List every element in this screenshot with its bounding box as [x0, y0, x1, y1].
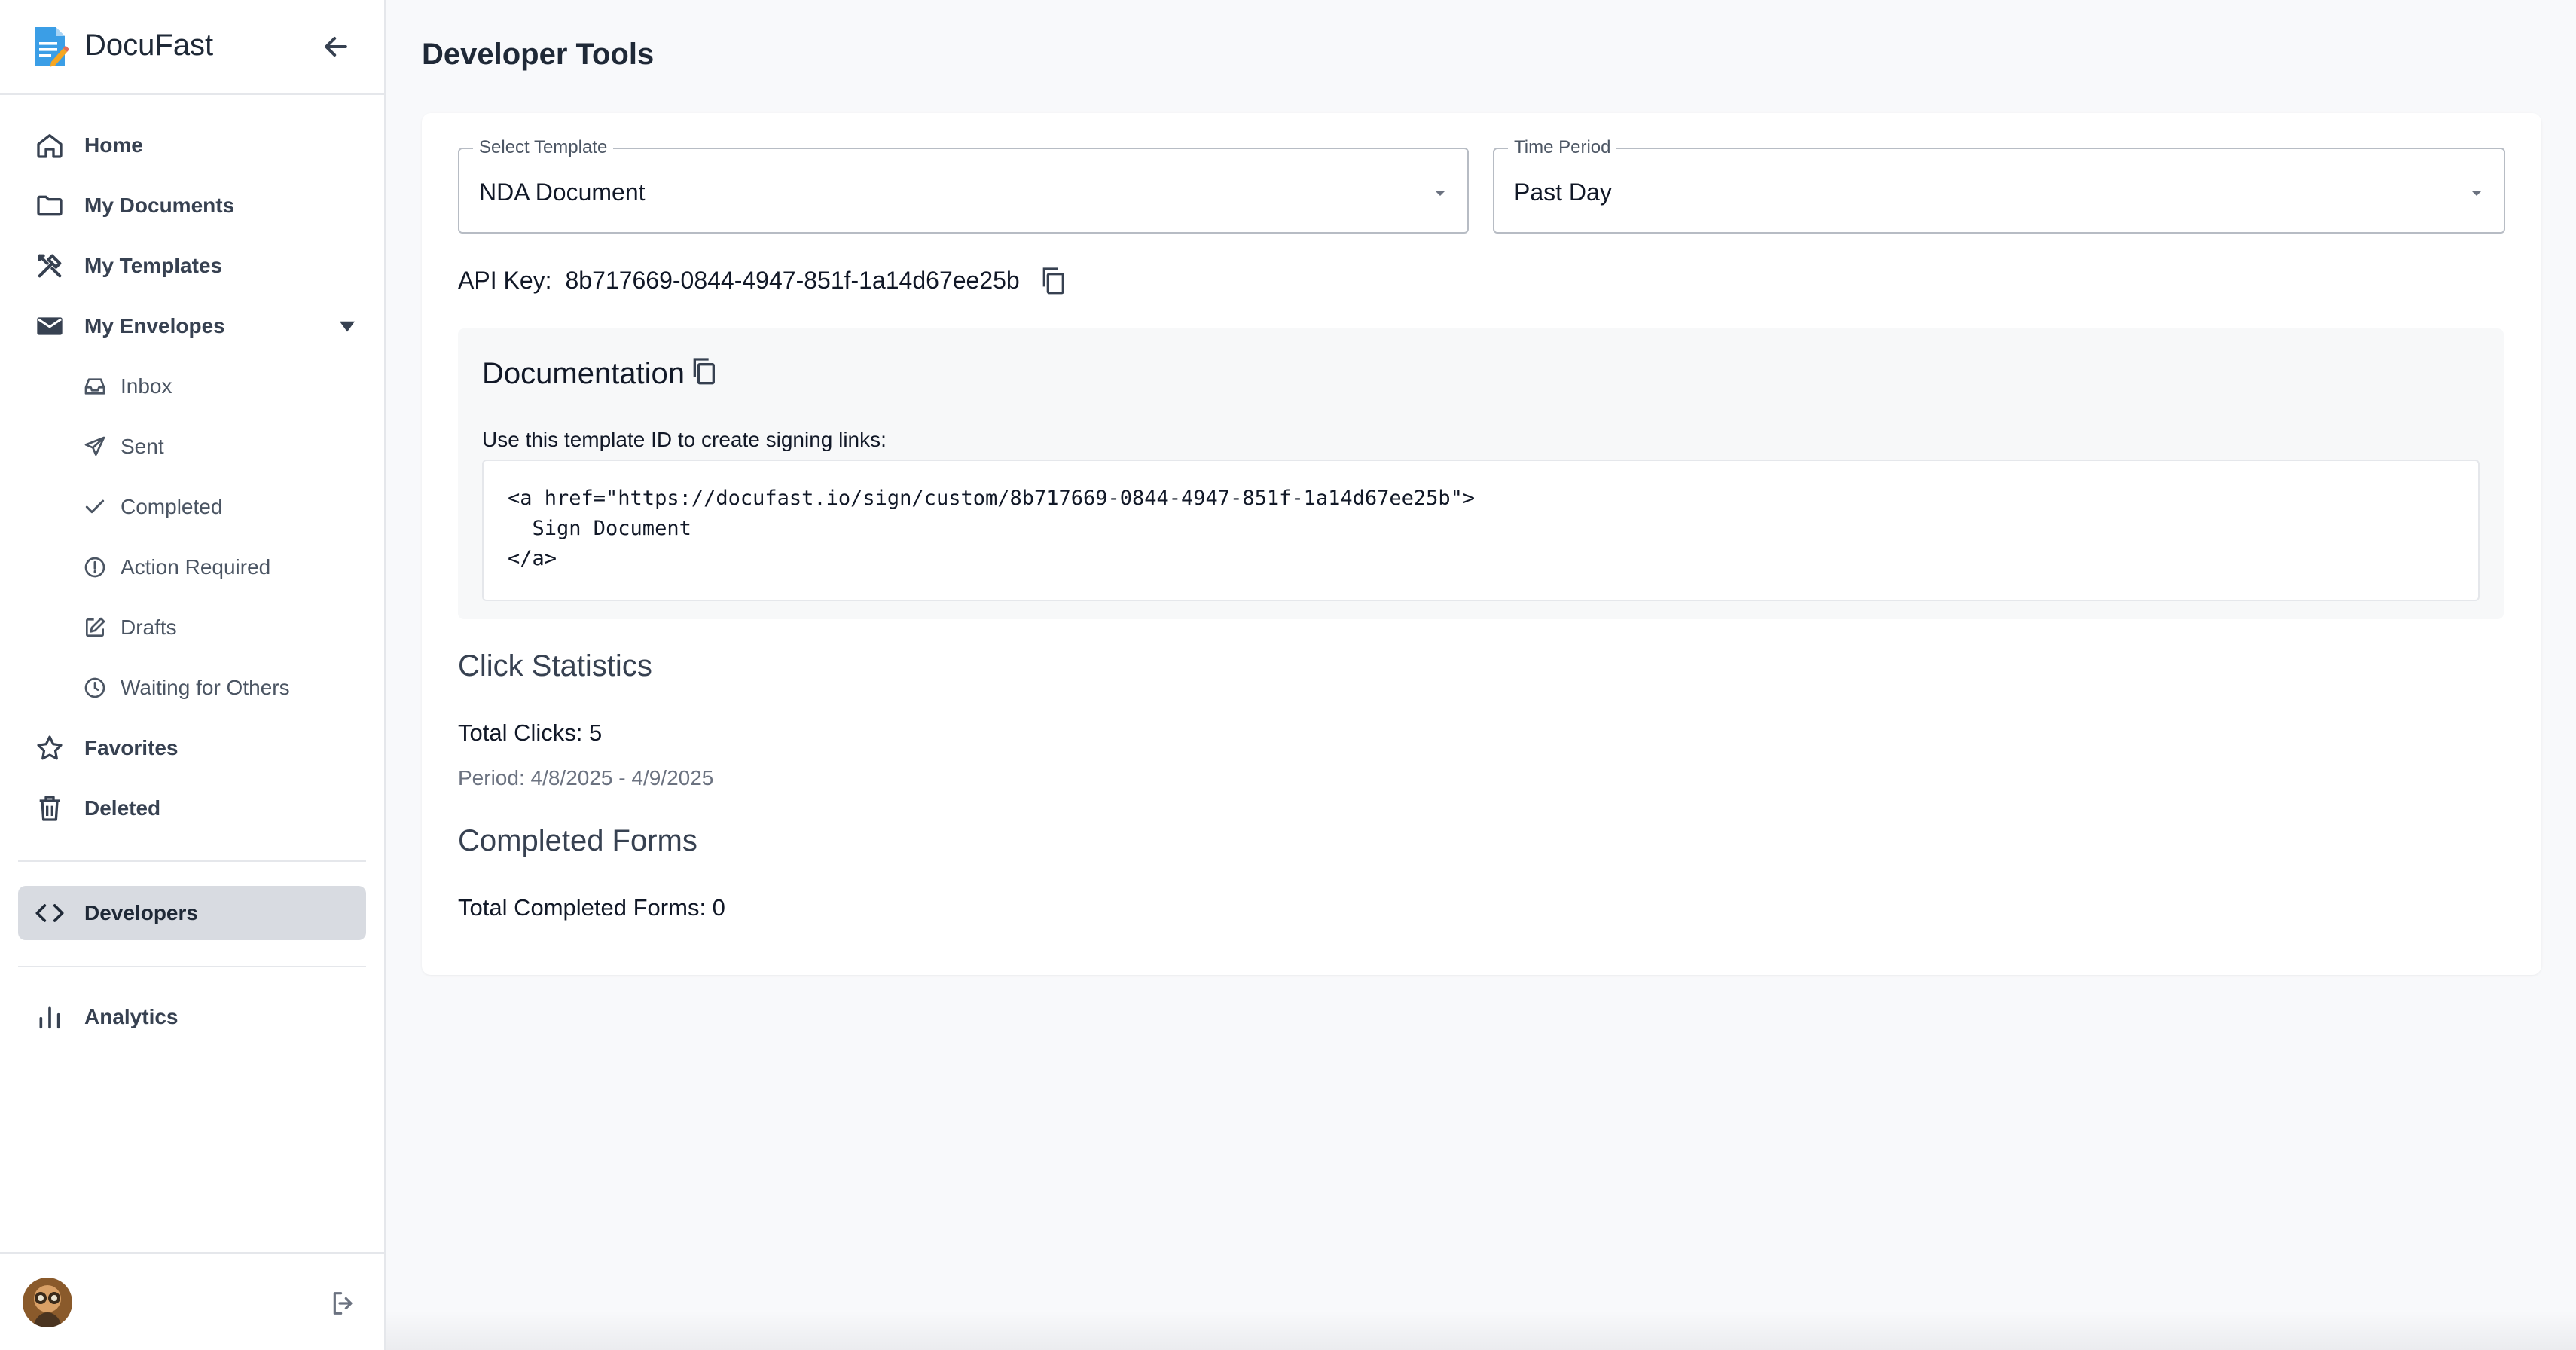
copy-icon: [1042, 267, 1064, 295]
sidebar-divider: [18, 860, 366, 862]
sidebar-item-label: My Templates: [84, 254, 223, 277]
sidebar-item-label: My Documents: [84, 194, 235, 217]
sidebar-footer: [0, 1252, 384, 1350]
sidebar-item-home[interactable]: Home: [18, 118, 366, 173]
sidebar-item-label: Inbox: [121, 374, 172, 398]
copy-api-key-button[interactable]: [1035, 262, 1071, 298]
envelope-icon: [37, 317, 63, 335]
dropdown-arrow-icon: [2471, 191, 2482, 196]
code-icon: [35, 904, 64, 922]
click-period: Period: 4/8/2025 - 4/9/2025: [458, 766, 714, 790]
template-select[interactable]: Select Template NDA Document: [458, 137, 1469, 234]
time-period-select-value: Past Day: [1514, 179, 1612, 206]
tools-icon: [38, 254, 62, 278]
sidebar-item-developers[interactable]: Developers: [18, 886, 366, 940]
copy-icon: [693, 358, 715, 385]
sidebar-item-label: Home: [84, 133, 143, 157]
api-key-label: API Key:: [458, 266, 552, 294]
check-icon: [85, 499, 105, 514]
code-snippet[interactable]: <a href="https://docufast.io/sign/custom…: [482, 460, 2480, 601]
copy-code-button[interactable]: [688, 356, 725, 392]
sidebar-item-label: Completed: [121, 495, 223, 518]
sidebar-item-favorites[interactable]: Favorites: [18, 721, 366, 775]
api-key-row: API Key: 8b717669-0844-4947-851f-1a14d67…: [458, 262, 1071, 298]
sidebar-item-label: My Envelopes: [84, 314, 225, 338]
time-period-select-label: Time Period: [1508, 137, 1617, 158]
trash-icon: [39, 796, 60, 821]
sidebar-item-waiting-for-others[interactable]: Waiting for Others: [18, 661, 366, 715]
documentation-title: Documentation: [482, 357, 685, 390]
developer-tools-card: Select Template NDA Document Time Period…: [422, 113, 2541, 975]
folder-icon: [37, 195, 63, 216]
home-icon: [37, 134, 63, 158]
sidebar-item-label: Sent: [121, 435, 164, 458]
sidebar-item-my-templates[interactable]: My Templates: [18, 239, 366, 293]
avatar[interactable]: [23, 1278, 72, 1327]
brand-header: DocuFast: [0, 0, 384, 95]
sidebar-item-analytics[interactable]: Analytics: [18, 990, 366, 1044]
template-select-label: Select Template: [473, 137, 614, 158]
sidebar-item-completed[interactable]: Completed: [18, 480, 366, 534]
page-title: Developer Tools: [422, 38, 655, 71]
sidebar: DocuFast Home My Documents My Templates …: [0, 0, 386, 1350]
completed-forms-title: Completed Forms: [458, 824, 697, 857]
sidebar-item-drafts[interactable]: Drafts: [18, 600, 366, 655]
sidebar-item-my-documents[interactable]: My Documents: [18, 179, 366, 233]
sidebar-item-label: Developers: [84, 901, 198, 924]
sidebar-item-label: Analytics: [84, 1005, 179, 1028]
sidebar-item-label: Deleted: [84, 796, 161, 820]
bar-chart-icon: [39, 1006, 60, 1029]
edit-icon: [86, 617, 105, 637]
template-select-value: NDA Document: [479, 179, 646, 206]
sidebar-item-label: Action Required: [121, 555, 271, 579]
clock-icon: [84, 677, 105, 698]
time-period-select[interactable]: Time Period Past Day: [1493, 137, 2505, 234]
sidebar-item-deleted[interactable]: Deleted: [18, 781, 366, 835]
caret-down-icon[interactable]: [336, 315, 359, 338]
sidebar-item-label: Favorites: [84, 736, 179, 759]
total-completed-forms: Total Completed Forms: 0: [458, 894, 725, 921]
sidebar-item-label: Waiting for Others: [121, 676, 290, 699]
send-icon: [84, 436, 105, 456]
collapse-sidebar-arrow-icon[interactable]: [319, 30, 353, 63]
total-clicks: Total Clicks: 5: [458, 719, 603, 746]
sidebar-item-label: Drafts: [121, 615, 177, 639]
sidebar-item-my-envelopes[interactable]: My Envelopes: [18, 299, 366, 353]
alert-circle-icon: [84, 557, 105, 578]
documentation-panel: Documentation Use this template ID to cr…: [458, 328, 2504, 619]
click-statistics-title: Click Statistics: [458, 649, 652, 683]
sidebar-item-inbox[interactable]: Inbox: [18, 359, 366, 414]
api-key-value: 8b717669-0844-4947-851f-1a14d67ee25b: [565, 266, 1020, 294]
sidebar-item-action-required[interactable]: Action Required: [18, 540, 366, 594]
documentation-hint: Use this template ID to create signing l…: [482, 428, 887, 451]
logout-icon[interactable]: [328, 1288, 359, 1318]
bottom-shadow: [386, 1311, 2576, 1350]
sidebar-divider: [18, 966, 366, 967]
dropdown-arrow-icon: [1435, 191, 1445, 196]
docufast-logo-icon: [35, 27, 69, 67]
star-icon: [37, 735, 63, 760]
inbox-icon: [84, 378, 105, 395]
user-avatar-icon: [23, 1278, 72, 1327]
sidebar-item-sent[interactable]: Sent: [18, 420, 366, 474]
app-name: DocuFast: [84, 29, 214, 62]
